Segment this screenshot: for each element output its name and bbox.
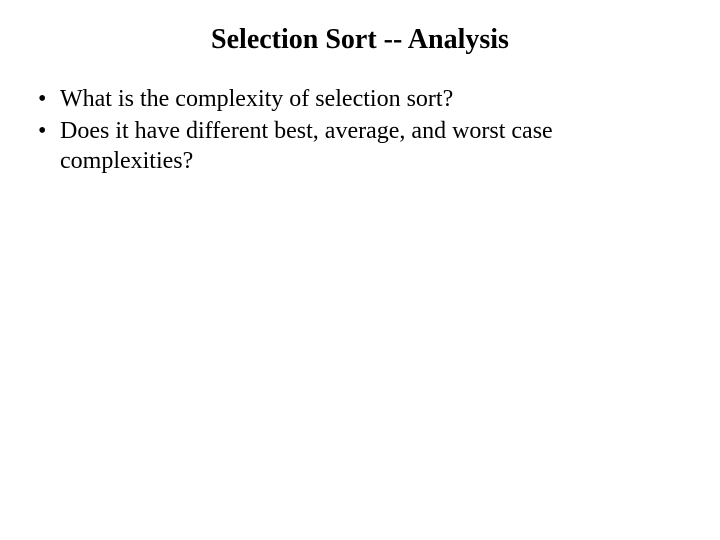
bullet-list: What is the complexity of selection sort… [30, 84, 690, 176]
list-item: What is the complexity of selection sort… [38, 84, 690, 114]
slide-title: Selection Sort -- Analysis [30, 24, 690, 56]
list-item: Does it have different best, average, an… [38, 116, 690, 176]
slide: Selection Sort -- Analysis What is the c… [0, 0, 720, 540]
